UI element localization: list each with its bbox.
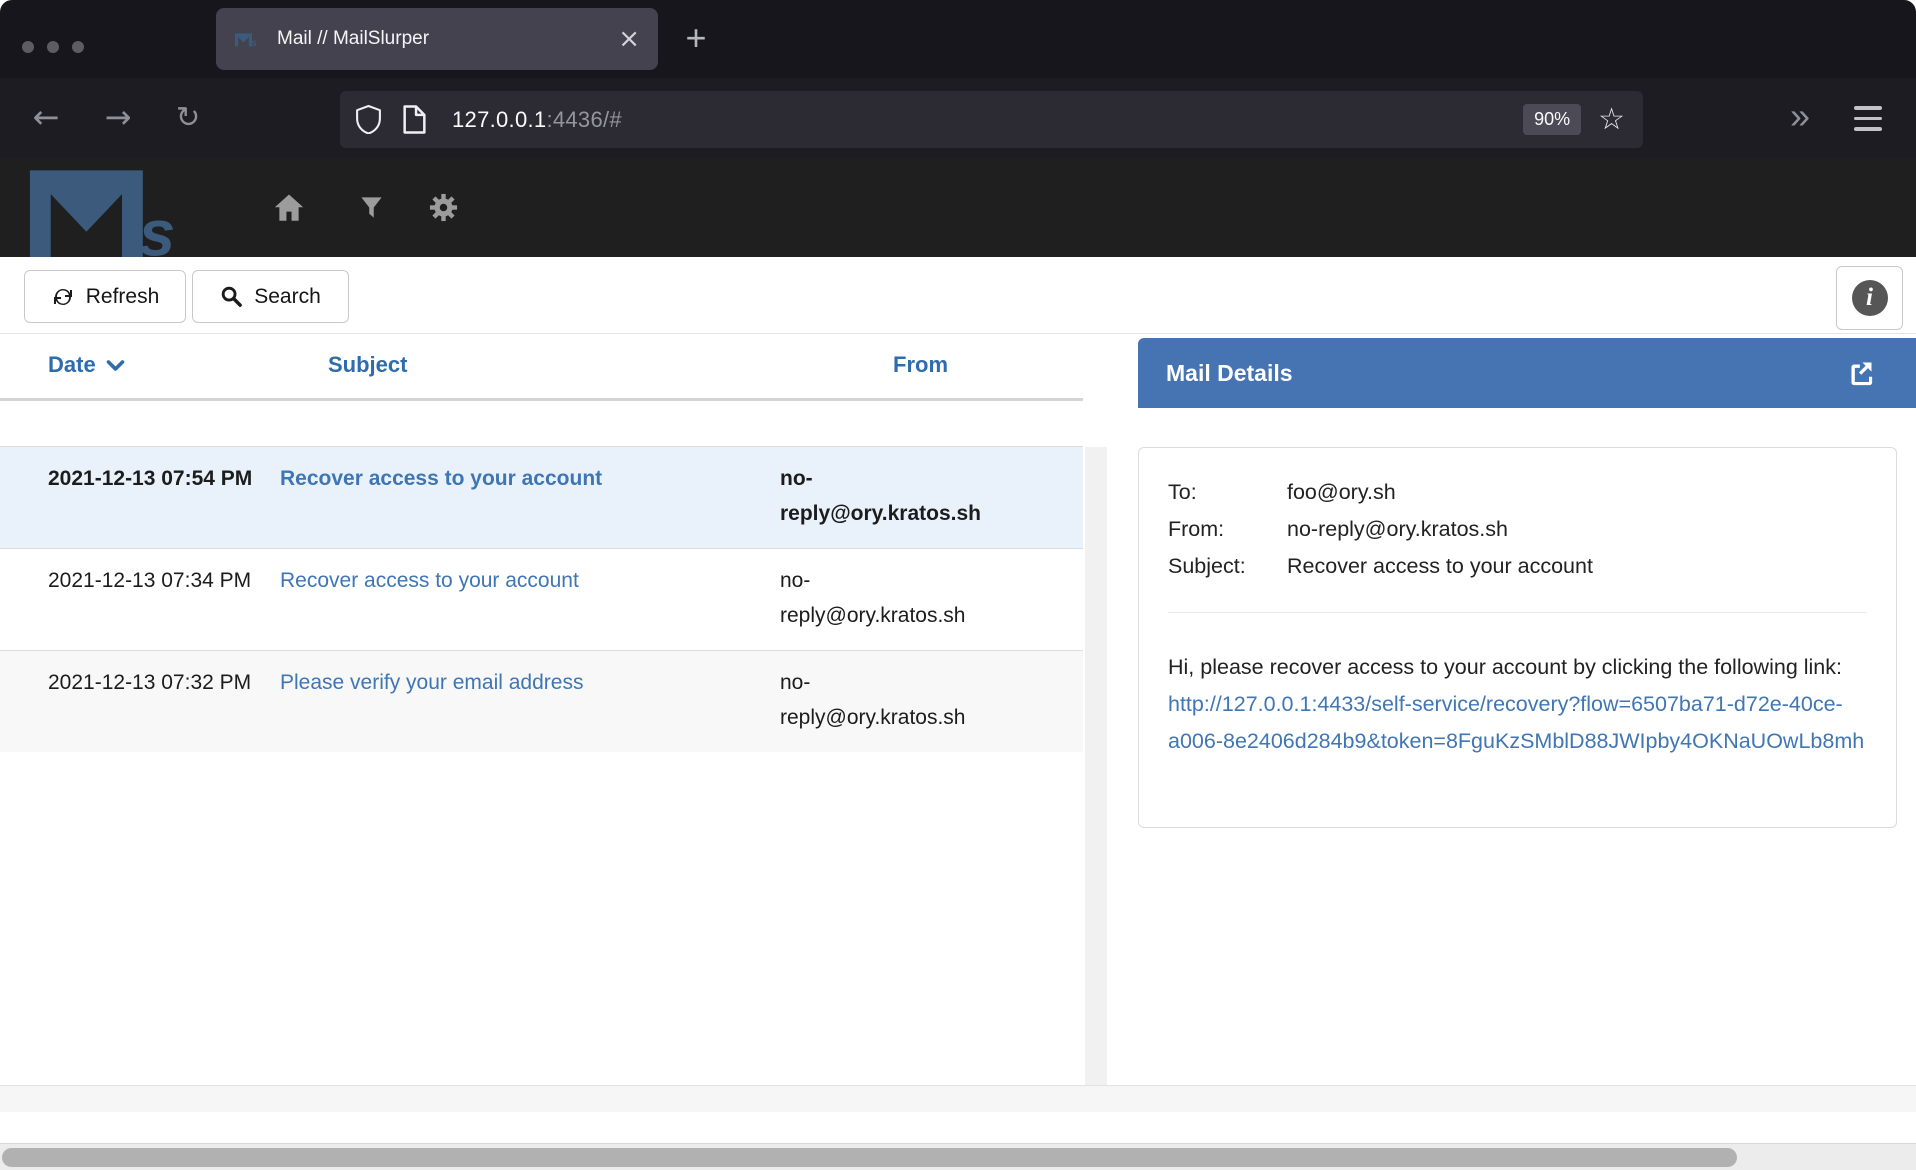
filter-funnel-icon[interactable] [358, 158, 385, 257]
recovery-link[interactable]: http://127.0.0.1:4433/self-service/recov… [1168, 692, 1864, 753]
mailslurper-logo[interactable]: s [24, 163, 222, 257]
window-dot-icon[interactable] [22, 41, 34, 53]
app-header: s [0, 158, 1916, 257]
from-value: no-reply@ory.kratos.sh [1287, 511, 1508, 548]
mail-details-header: Mail Details [1138, 338, 1916, 408]
mail-date: 2021-12-13 07:34 PM [0, 563, 280, 633]
url-path: :4436/# [546, 107, 622, 132]
window-dot-icon[interactable] [47, 41, 59, 53]
svg-text:s: s [139, 197, 175, 257]
mail-row-selected[interactable]: 2021-12-13 07:54 PM Recover access to yo… [0, 446, 1083, 548]
refresh-button[interactable]: Refresh [24, 270, 186, 323]
details-divider [1168, 612, 1867, 613]
to-label: To: [1168, 474, 1287, 511]
tab-title: Mail // MailSlurper [277, 28, 618, 50]
mail-date: 2021-12-13 07:32 PM [0, 665, 280, 735]
info-icon: i [1852, 280, 1888, 316]
reload-button[interactable]: ↻ [166, 78, 210, 158]
mailslurper-favicon-icon: s [234, 32, 264, 47]
url-text[interactable]: 127.0.0.1:4436/# [452, 107, 622, 133]
mail-body: Hi, please recover access to your accoun… [1168, 649, 1867, 760]
search-icon [220, 285, 243, 308]
bookmark-star-icon[interactable]: ☆ [1598, 105, 1625, 135]
browser-window: s Mail // MailSlurper × + ← → ↻ 127.0.0.… [0, 0, 1916, 1170]
browser-tab[interactable]: s Mail // MailSlurper × [216, 8, 658, 70]
back-button[interactable]: ← [24, 78, 68, 158]
mail-subject-link[interactable]: Recover access to your account [280, 461, 780, 531]
window-controls[interactable] [22, 41, 84, 53]
sort-chevron-down-icon [106, 359, 125, 372]
settings-gear-icon[interactable] [428, 158, 459, 257]
detail-from-row: From: no-reply@ory.kratos.sh [1168, 511, 1867, 548]
mail-row[interactable]: 2021-12-13 07:34 PM Recover access to yo… [0, 548, 1083, 650]
tab-bar: s Mail // MailSlurper × + [0, 0, 1916, 78]
page-bottom-strip [0, 1112, 1916, 1143]
browser-navbar: ← → ↻ 127.0.0.1:4436/# 90% ☆ » [0, 78, 1916, 158]
mail-from: no-reply@ory.kratos.sh [780, 665, 1032, 735]
column-header-date[interactable]: Date [48, 352, 125, 378]
list-scroll-gutter[interactable] [1085, 447, 1107, 1085]
search-button[interactable]: Search [192, 270, 349, 323]
home-icon[interactable] [272, 158, 306, 257]
window-dot-icon[interactable] [72, 41, 84, 53]
new-tab-button[interactable]: + [676, 17, 716, 59]
subject-label: Subject: [1168, 548, 1287, 585]
zoom-level-badge[interactable]: 90% [1523, 104, 1581, 135]
from-label: From: [1168, 511, 1287, 548]
horizontal-scrollbar-thumb[interactable] [2, 1148, 1737, 1167]
url-host: 127.0.0.1 [452, 107, 546, 132]
mail-details-card: To: foo@ory.sh From: no-reply@ory.kratos… [1138, 447, 1897, 828]
forward-button[interactable]: → [96, 78, 140, 158]
mail-rows: 2021-12-13 07:54 PM Recover access to yo… [0, 446, 1083, 752]
mail-subject-link[interactable]: Recover access to your account [280, 563, 780, 633]
mail-from: no-reply@ory.kratos.sh [780, 563, 1032, 633]
column-header-from[interactable]: From [893, 352, 948, 378]
shield-icon[interactable] [356, 105, 381, 134]
hamburger-bar [1854, 106, 1882, 110]
url-bar[interactable]: 127.0.0.1:4436/# 90% ☆ [340, 91, 1643, 148]
info-button[interactable]: i [1836, 266, 1903, 330]
refresh-icon [51, 285, 75, 309]
horizontal-scrollbar[interactable] [0, 1143, 1916, 1170]
to-value: foo@ory.sh [1287, 474, 1396, 511]
page-info-icon[interactable] [403, 105, 426, 134]
mail-date: 2021-12-13 07:54 PM [0, 461, 280, 531]
date-header-label: Date [48, 352, 96, 378]
mail-row[interactable]: 2021-12-13 07:32 PM Please verify your e… [0, 650, 1083, 752]
mail-list: Date Subject From 2021-12-13 07:54 PM Re… [0, 334, 1083, 752]
hamburger-bar [1854, 127, 1882, 131]
refresh-label: Refresh [86, 285, 160, 309]
svg-text:s: s [251, 38, 257, 47]
mail-body-text: Hi, please recover access to your accoun… [1168, 655, 1842, 679]
toolbar-overflow-icon[interactable]: » [1776, 78, 1824, 158]
column-header-subject[interactable]: Subject [328, 352, 407, 378]
mail-from: no-reply@ory.kratos.sh [780, 461, 1032, 531]
mail-subject-link[interactable]: Please verify your email address [280, 665, 780, 735]
page-bottom-band [0, 1085, 1916, 1112]
menu-hamburger-icon[interactable] [1854, 106, 1882, 131]
mail-list-header: Date Subject From [0, 334, 1083, 401]
mail-toolbar: Refresh Search i [0, 257, 1916, 334]
subject-value: Recover access to your account [1287, 548, 1593, 585]
detail-to-row: To: foo@ory.sh [1168, 474, 1867, 511]
tab-close-icon[interactable]: × [618, 26, 640, 52]
external-link-icon[interactable] [1845, 358, 1876, 389]
hamburger-bar [1854, 117, 1882, 121]
mail-details-title: Mail Details [1166, 360, 1845, 387]
detail-subject-row: Subject: Recover access to your account [1168, 548, 1867, 585]
search-label: Search [254, 285, 321, 309]
